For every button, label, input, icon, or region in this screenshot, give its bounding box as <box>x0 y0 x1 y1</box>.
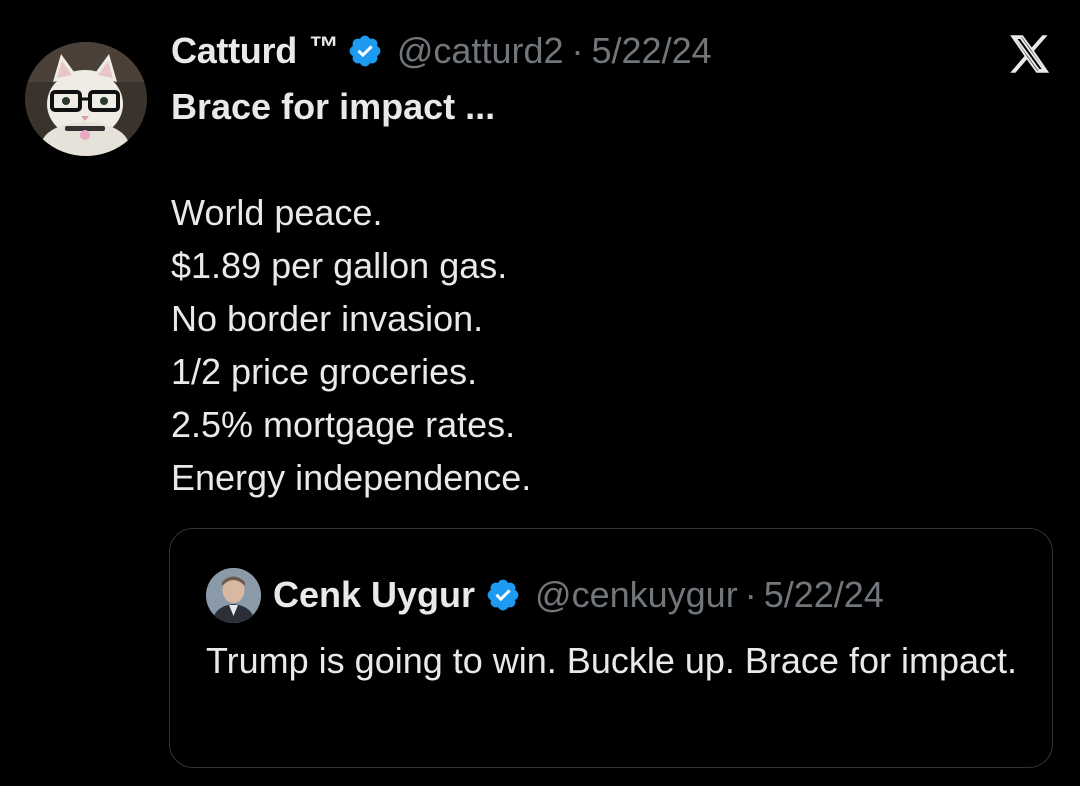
tweet-card: Catturd ™ @catturd2 · 5/22/24 Brace for … <box>0 0 1080 786</box>
quoted-author-avatar[interactable] <box>206 567 261 623</box>
quoted-tweet-body: Trump is going to win. Buckle up. Brace … <box>206 640 1018 681</box>
tweet-date[interactable]: 5/22/24 <box>592 30 712 72</box>
author-avatar[interactable] <box>25 42 147 156</box>
separator-dot: · <box>571 30 584 71</box>
quoted-tweet-header: Cenk Uygur @cenkuygur · 5/22/24 <box>206 567 884 623</box>
tweet-header: Catturd ™ @catturd2 · 5/22/24 <box>171 28 712 74</box>
tweet-text-line: No border invasion. <box>171 298 484 339</box>
tweet-text-line: 1/2 price groceries. <box>171 351 478 392</box>
tweet-text-line: Brace for impact ... <box>171 86 496 127</box>
x-logo-icon <box>1010 35 1050 73</box>
separator-dot: · <box>744 574 757 615</box>
trademark-symbol: ™ <box>308 31 339 64</box>
tweet-text-line: 2.5% mortgage rates. <box>171 404 516 445</box>
author-handle[interactable]: @catturd2 <box>397 30 564 72</box>
tweet-text-line: $1.89 per gallon gas. <box>171 245 508 286</box>
quoted-author-display-name[interactable]: Cenk Uygur <box>273 574 475 616</box>
quoted-author-handle[interactable]: @cenkuygur <box>535 574 738 616</box>
tweet-body: Brace for impact ... World peace. $1.89 … <box>171 80 1031 504</box>
cenk-uygur-avatar-icon <box>206 567 261 623</box>
verified-badge-icon <box>487 579 519 611</box>
quoted-tweet-date[interactable]: 5/22/24 <box>764 574 884 616</box>
tweet-text-line: World peace. <box>171 192 383 233</box>
verified-badge-icon <box>349 35 381 67</box>
tweet-text-line: Energy independence. <box>171 457 532 498</box>
author-display-name[interactable]: Catturd <box>171 30 297 72</box>
quoted-tweet-card[interactable]: Cenk Uygur @cenkuygur · 5/22/24 Trump is… <box>169 528 1053 768</box>
cat-with-glasses-avatar-icon <box>25 42 147 156</box>
